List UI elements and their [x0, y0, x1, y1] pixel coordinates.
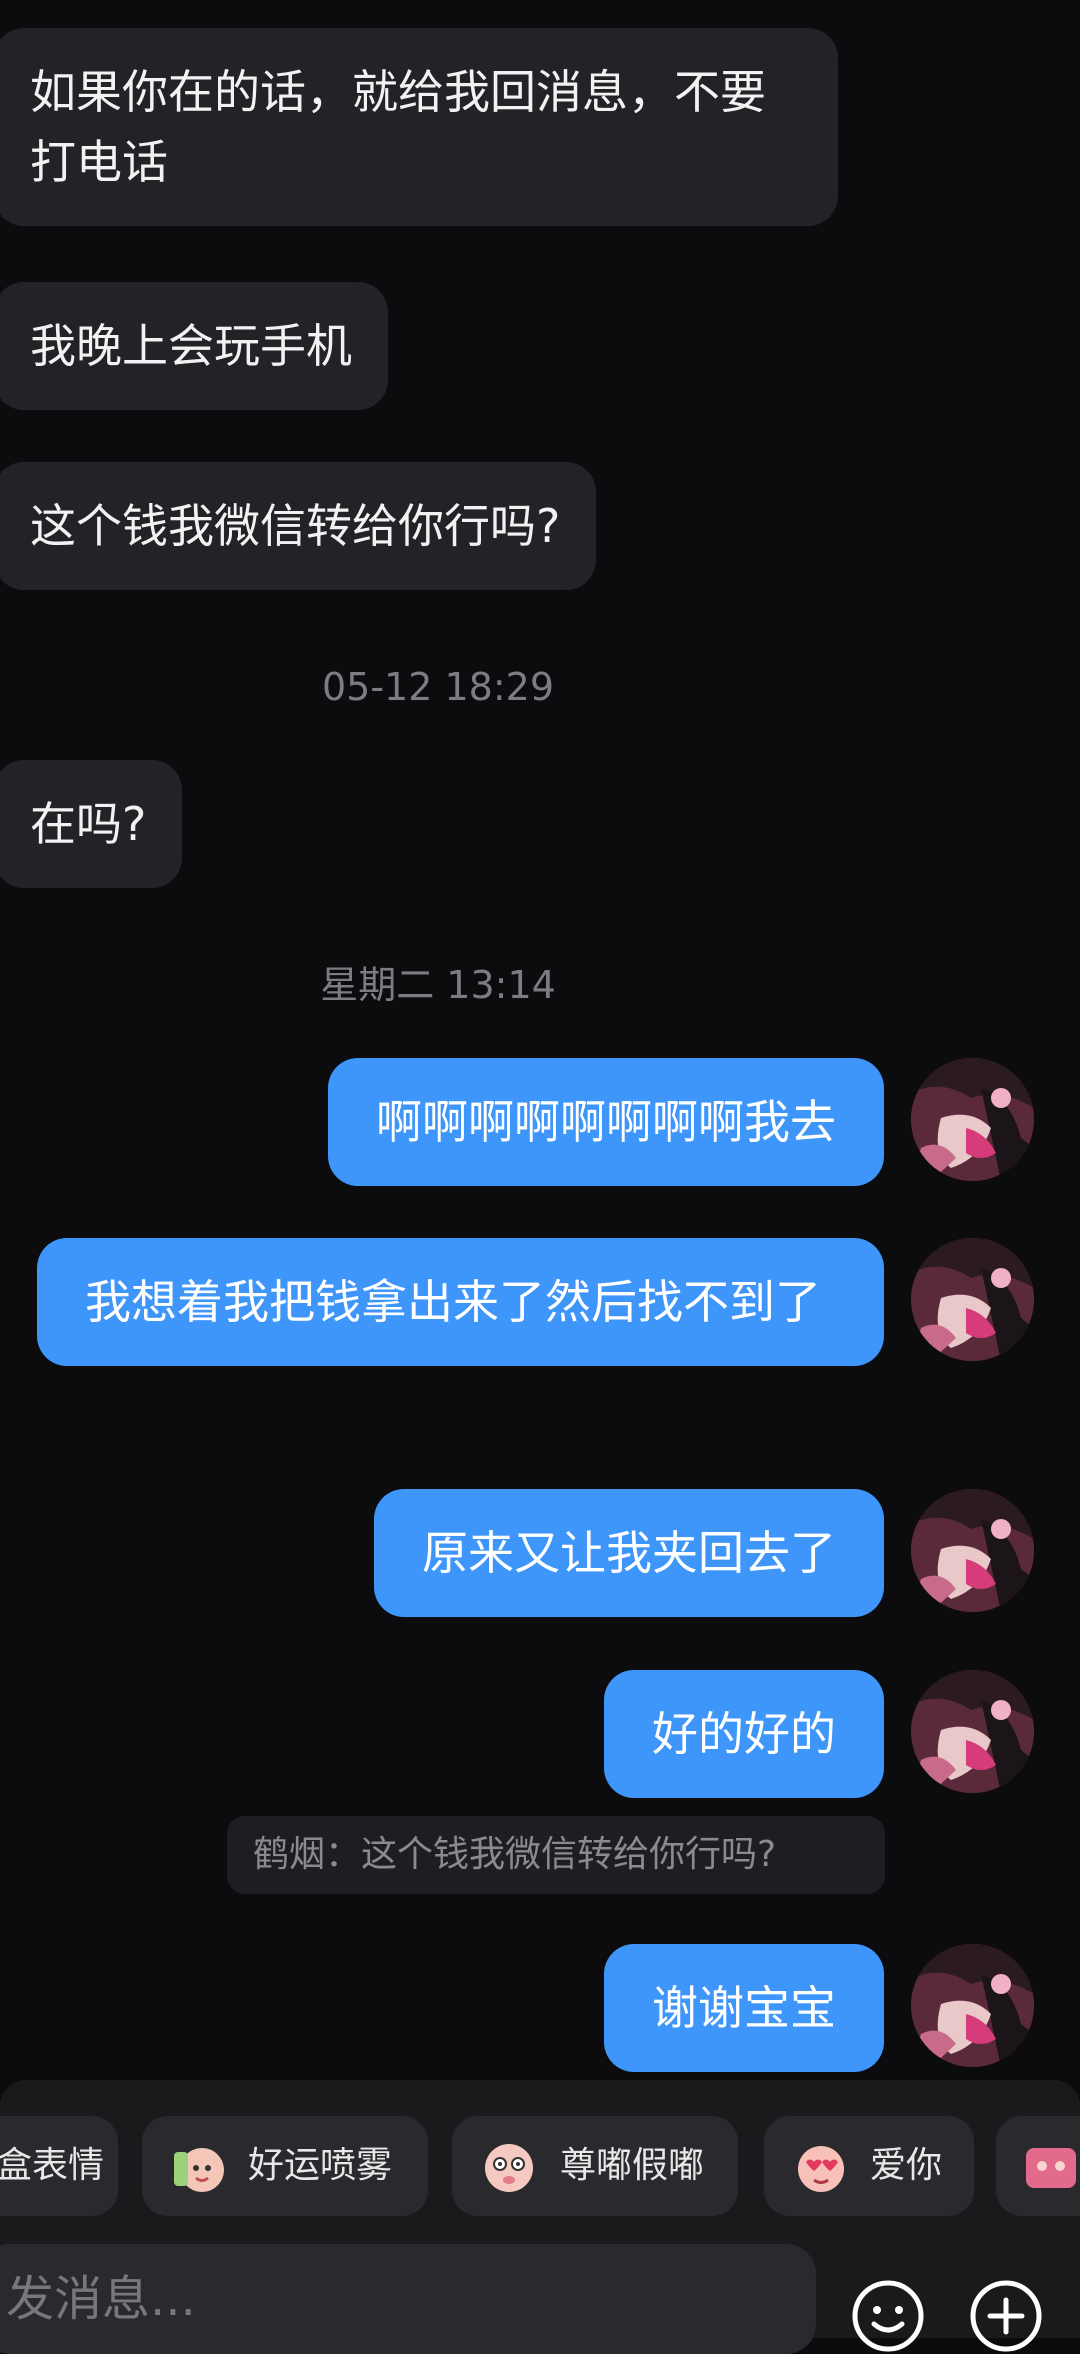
- outgoing-message[interactable]: 我想着我把钱拿出来了然后找不到了: [37, 1238, 884, 1366]
- really-fake-sticker-icon: [485, 2144, 533, 2192]
- user-avatar[interactable]: [911, 1058, 1034, 1181]
- sticker-chip-label: 盒表情: [0, 2145, 105, 2186]
- sticker-chip[interactable]: 盒表情: [0, 2116, 118, 2216]
- plus-circle-icon[interactable]: [968, 2278, 1044, 2354]
- sticker-chip-lucky-spray[interactable]: 好运喷雾: [142, 2116, 428, 2216]
- chat-history: 如果你在的话，就给我回消息，不要打电话 我晚上会玩手机 这个钱我微信转给你行吗?…: [0, 0, 1080, 2080]
- user-avatar[interactable]: [911, 1238, 1034, 1361]
- sticker-chip-label: 爱你: [870, 2145, 943, 2186]
- user-avatar[interactable]: [911, 1670, 1034, 1793]
- outgoing-message[interactable]: 啊啊啊啊啊啊啊啊我去: [328, 1058, 884, 1186]
- outgoing-message[interactable]: 谢谢宝宝: [604, 1944, 884, 2072]
- incoming-message[interactable]: 我晚上会玩手机: [0, 282, 388, 410]
- smile-icon[interactable]: [850, 2278, 926, 2354]
- sticker-chip-label: 好运喷雾: [248, 2145, 393, 2186]
- love-you-sticker-icon: [798, 2146, 844, 2192]
- outgoing-message[interactable]: 原来又让我夹回去了: [374, 1489, 884, 1617]
- timestamp: 星期二 13:14: [320, 963, 556, 1007]
- lucky-spray-sticker-icon: [174, 2148, 224, 2192]
- incoming-message[interactable]: 这个钱我微信转给你行吗?: [0, 462, 597, 590]
- sticker-chip[interactable]: [996, 2116, 1080, 2216]
- outgoing-message[interactable]: 好的好的: [604, 1670, 884, 1798]
- quoted-reply[interactable]: 鹤烟：这个钱我微信转给你行吗?: [227, 1816, 885, 1894]
- incoming-message[interactable]: 在吗?: [0, 760, 183, 888]
- sticker-chip-really-fake[interactable]: 尊嘟假嘟: [452, 2116, 738, 2216]
- incoming-message[interactable]: 如果你在的话，就给我回消息，不要打电话: [0, 28, 838, 226]
- sticker-suggestions: 盒表情 好运喷雾 尊嘟假嘟 爱你: [0, 2116, 1080, 2216]
- user-avatar[interactable]: [911, 1944, 1034, 2067]
- timestamp: 05-12 18:29: [321, 665, 554, 709]
- sticker-partial-icon: [1026, 2148, 1076, 2188]
- user-avatar[interactable]: [911, 1489, 1034, 1612]
- sticker-chip-label: 尊嘟假嘟: [560, 2145, 705, 2186]
- sticker-chip-love-you[interactable]: 爱你: [764, 2116, 974, 2216]
